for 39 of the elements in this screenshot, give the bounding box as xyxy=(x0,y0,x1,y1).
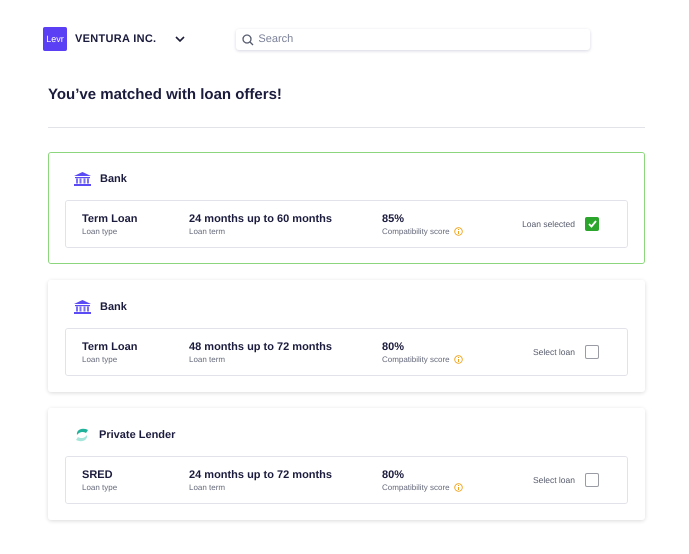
loan-term: 24 months up to 60 months xyxy=(189,212,334,224)
compatibility-score-label: Compatibility score xyxy=(382,354,450,364)
compatibility-score: 85% xyxy=(382,212,406,224)
info-icon[interactable] xyxy=(454,226,463,236)
company-logo: Levr xyxy=(43,27,67,51)
chevron-down-icon[interactable] xyxy=(175,36,186,42)
bank-icon xyxy=(74,300,91,314)
info-icon[interactable] xyxy=(454,354,463,364)
select-checkbox[interactable] xyxy=(585,217,599,231)
lender-name: Bank xyxy=(100,172,127,184)
compatibility-score: 80% xyxy=(382,340,406,352)
select-loan-label: Select loan xyxy=(532,475,575,485)
lender-name: Bank xyxy=(100,300,127,312)
compatibility-score: 80% xyxy=(382,468,406,480)
page-title: You’ve matched with loan offers! xyxy=(48,86,283,104)
compatibility-score-label: Compatibility score xyxy=(382,482,450,492)
loan-type-label: Loan type xyxy=(82,226,118,236)
info-icon[interactable] xyxy=(454,482,463,492)
compatibility-score-label: Compatibility score xyxy=(382,226,450,236)
loan-term: 48 months up to 72 months xyxy=(189,340,334,352)
select-loan-label: Loan selected xyxy=(522,219,575,229)
loan-term-label: Loan term xyxy=(189,354,226,364)
select-checkbox[interactable] xyxy=(585,345,599,359)
search-field[interactable]: Search xyxy=(236,28,590,50)
company-name[interactable]: VENTURA INC. xyxy=(75,33,156,45)
loan-type-label: Loan type xyxy=(82,482,118,492)
loan-term: 24 months up to 72 months xyxy=(189,468,334,480)
loan-term-label: Loan term xyxy=(189,482,226,492)
loan-type: Term Loan xyxy=(82,212,138,224)
loan-term-label: Loan term xyxy=(189,226,226,236)
select-loan-label: Select loan xyxy=(532,347,575,357)
loan-type-label: Loan type xyxy=(82,354,118,364)
swirl-icon xyxy=(74,426,90,442)
loan-type: SRED xyxy=(82,468,114,480)
lender-name: Private Lender xyxy=(99,428,176,440)
select-checkbox[interactable] xyxy=(585,473,599,487)
loan-type: Term Loan xyxy=(82,340,138,352)
search-icon xyxy=(242,34,254,46)
bank-icon xyxy=(74,172,91,186)
